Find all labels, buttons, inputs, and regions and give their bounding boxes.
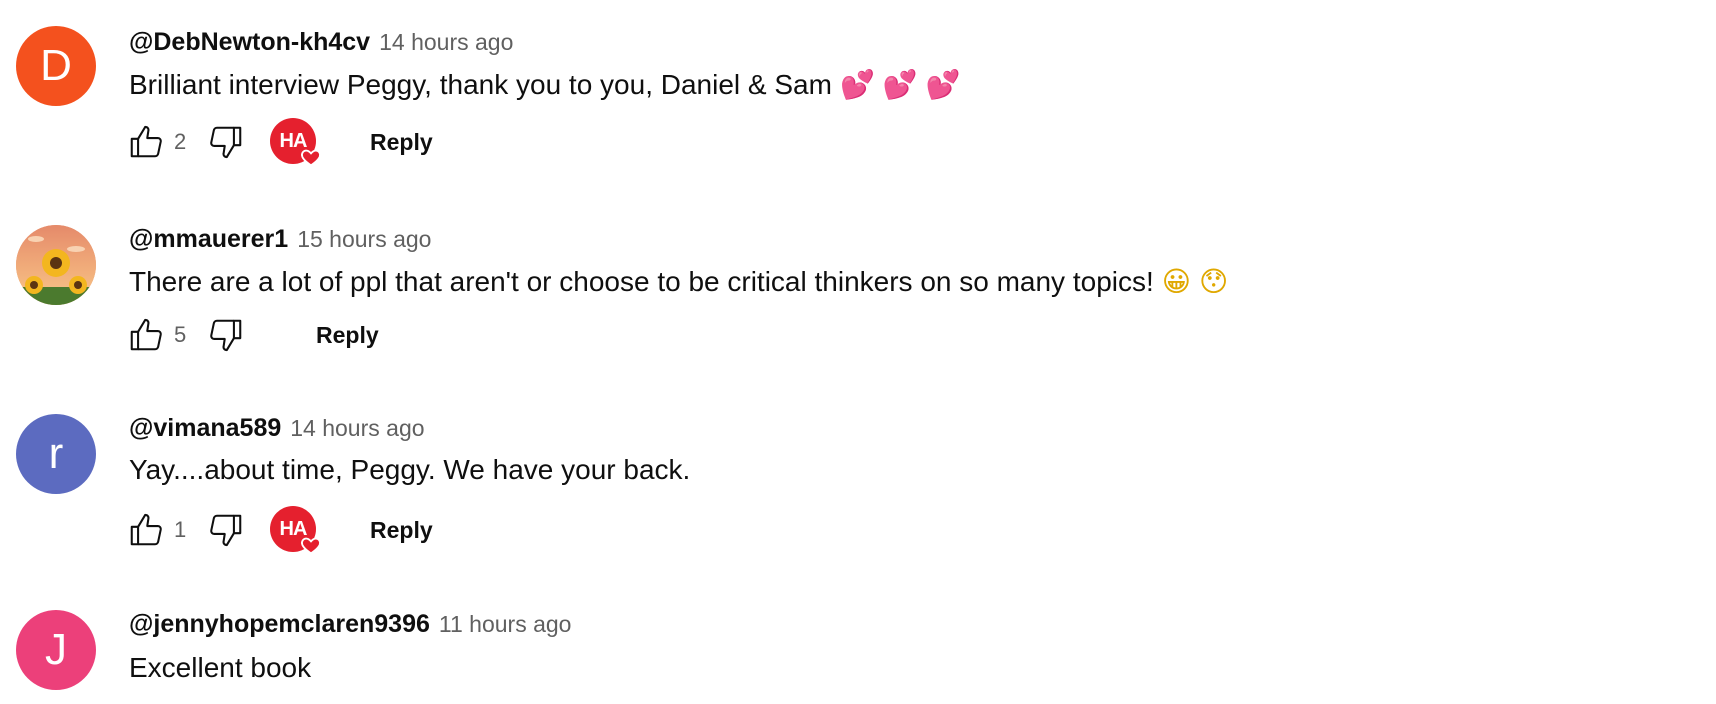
heart-icon	[301, 537, 321, 555]
comment-header: @DebNewton-kh4cv 14 hours ago	[129, 28, 513, 57]
comment-actions: 5 Reply	[122, 309, 379, 361]
thumbs-down-icon	[210, 319, 242, 352]
avatar[interactable]: D	[16, 26, 96, 106]
avatar-letter: J	[45, 625, 67, 674]
like-button[interactable]	[122, 118, 170, 166]
comment-body: Brilliant interview Peggy, thank you to …	[129, 69, 832, 100]
avatar[interactable]: r	[16, 414, 96, 494]
thumbs-up-icon	[130, 318, 162, 351]
creator-heart-badge: HA	[270, 504, 322, 556]
avatar[interactable]: J	[16, 610, 96, 690]
comment-body: Excellent book	[129, 652, 312, 683]
comment-text: Yay....about time, Peggy. We have your b…	[129, 454, 690, 486]
like-button[interactable]	[122, 311, 170, 359]
two-hearts-emoji: 💕	[925, 68, 961, 101]
comment-timestamp[interactable]: 14 hours ago	[379, 29, 513, 56]
heart-icon	[301, 149, 321, 167]
reply-button[interactable]: Reply	[370, 517, 433, 544]
hushed-face-emoji: 😯	[1198, 265, 1229, 298]
thumbs-down-icon	[210, 514, 242, 547]
grinning-face-emoji: 😀	[1161, 265, 1191, 298]
comment-actions: 2 HA Reply	[122, 116, 433, 168]
author-name[interactable]: @mmauerer1	[129, 225, 288, 254]
avatar[interactable]	[16, 225, 96, 305]
sunflower-avatar	[16, 225, 96, 305]
comment-timestamp[interactable]: 14 hours ago	[290, 415, 424, 442]
like-button[interactable]	[122, 506, 170, 554]
dislike-button[interactable]	[202, 311, 250, 359]
comment-body: Yay....about time, Peggy. We have your b…	[129, 454, 691, 485]
comment-timestamp[interactable]: 15 hours ago	[297, 226, 431, 253]
author-name[interactable]: @vimana589	[129, 414, 281, 443]
author-name[interactable]: @DebNewton-kh4cv	[129, 28, 370, 57]
avatar-letter: r	[48, 429, 64, 478]
like-count: 2	[174, 129, 187, 154]
dislike-button[interactable]	[202, 118, 250, 166]
thumbs-up-icon	[130, 513, 162, 546]
reply-button[interactable]: Reply	[370, 129, 433, 156]
comment-timestamp[interactable]: 11 hours ago	[439, 611, 572, 638]
thumbs-up-icon	[130, 125, 162, 158]
creator-heart-badge: HA	[270, 116, 322, 168]
comment-text: Brilliant interview Peggy, thank you to …	[129, 68, 961, 101]
author-name[interactable]: @jennyhopemclaren9396	[129, 610, 430, 639]
avatar-letter: D	[40, 41, 72, 90]
comment-header: @jennyhopemclaren9396 11 hours ago	[129, 610, 571, 639]
two-hearts-emoji: 💕	[882, 68, 918, 101]
like-count: 5	[174, 322, 187, 347]
reply-button[interactable]: Reply	[316, 322, 379, 349]
comment-actions: 1 HA Reply	[122, 504, 433, 556]
thumbs-down-icon	[210, 126, 242, 159]
comment-body: There are a lot of ppl that aren't or ch…	[129, 266, 1154, 297]
two-hearts-emoji: 💕	[839, 68, 875, 101]
comment-text: Excellent book	[129, 652, 311, 684]
comment-header: @vimana589 14 hours ago	[129, 414, 425, 443]
comment-text: There are a lot of ppl that aren't or ch…	[129, 265, 1228, 298]
dislike-button[interactable]	[202, 506, 250, 554]
comment-header: @mmauerer1 15 hours ago	[129, 225, 431, 254]
like-count: 1	[174, 517, 187, 542]
